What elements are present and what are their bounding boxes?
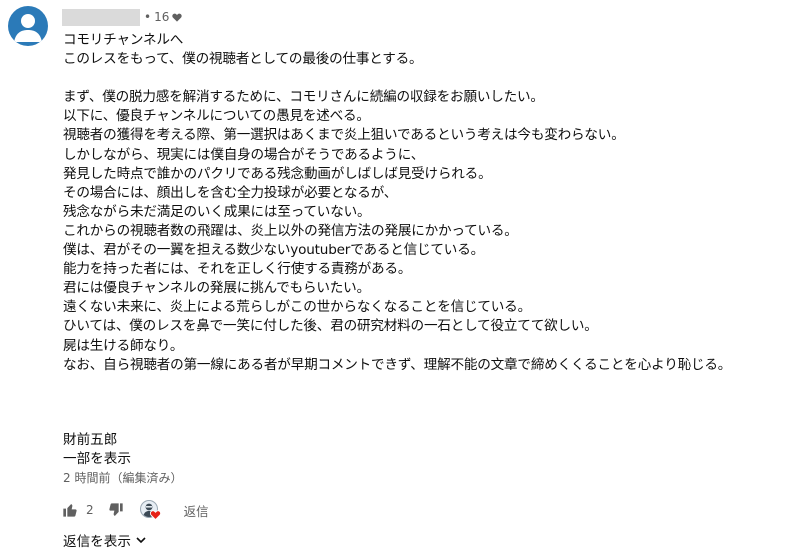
comment-line: これからの視聴者数の飛躍は、炎上以外の発信方法の発展にかかっている。 — [63, 222, 518, 239]
show-replies-label: 返信を表示 — [63, 534, 131, 550]
commenter-avatar[interactable] — [8, 6, 48, 46]
comment-line: このレスをもって、僕の視聴者としての最後の仕事とする。 — [63, 51, 423, 68]
comment-line: コモリチャンネルへ — [63, 32, 184, 48]
comment-line: 残念ながら未だ満足のいく成果には至っていない。 — [63, 203, 371, 220]
show-replies-button[interactable]: 返信を表示 — [63, 530, 147, 550]
comment-signature: 財前五郎 — [63, 432, 118, 448]
comment-line: 発見した時点で誰かのパクリである残念動画がしばしば見受けられる。 — [63, 165, 492, 182]
comment-line: 僕は、君がその一翼を担える数少ないyoutuberであると信じている。 — [63, 242, 484, 259]
comment-line: まず、僕の脱力感を解消するために、コモリさんに続編の収録をお願いしたい。 — [63, 89, 544, 106]
comment-actions: 2 返信 — [62, 500, 209, 523]
comment-line: しかしながら、現実には僕自身の場合がそうであるように、 — [63, 146, 425, 163]
comment-line: 屍は生ける師なり。 — [63, 337, 184, 354]
comment-timestamp[interactable]: 2 時間前（編集済み） — [63, 470, 182, 487]
comment-line: 遠くない未来に、炎上による荒らしがこの世からなくなることを信じている。 — [63, 299, 531, 316]
comment-line: 君には優良チャンネルの発展に挑んでもらいたい。 — [63, 280, 370, 297]
heart-count: 16 — [154, 10, 170, 24]
author-name-redacted[interactable] — [62, 8, 140, 26]
comment-line: なお、自ら視聴者の第一線にある者が早期コメントできず、理解不能の文章で締めくくる… — [63, 356, 732, 373]
comment-line: 視聴者の獲得を考える際、第一選択はあくまで炎上狙いであるという考えは今も変わらな… — [63, 127, 625, 144]
creator-heart[interactable] — [139, 500, 161, 523]
reply-button[interactable]: 返信 — [184, 501, 209, 520]
chevron-down-icon — [135, 534, 147, 546]
user-avatar-icon — [14, 14, 42, 42]
meta-separator: • — [144, 10, 152, 24]
comment-line: 以下に、優良チャンネルについての愚見を述べる。 — [63, 108, 370, 125]
thumbs-down-icon — [109, 503, 123, 516]
creator-heart-icon — [149, 509, 161, 523]
thumbs-up-icon — [63, 504, 77, 517]
heart-icon — [172, 13, 183, 22]
comment-line: 能力を持った者には、それを正しく行使する責務がある。 — [63, 261, 412, 278]
comment-line — [63, 69, 778, 88]
show-part-link[interactable]: 一部を表示 — [63, 450, 131, 469]
dislike-button[interactable] — [108, 502, 124, 518]
comment-header: • 16 — [62, 8, 183, 26]
like-button[interactable] — [62, 502, 78, 518]
like-count: 2 — [86, 503, 94, 517]
comment-body: コモリチャンネルへ このレスをもって、僕の視聴者としての最後の仕事とする。 まず… — [63, 31, 778, 375]
comment-line: その場合には、顔出しを含む全力投球が必要となるが、 — [63, 184, 398, 201]
comment-line: ひいては、僕のレスを鼻で一笑に付した後、君の研究材料の一石として役立てて欲しい。 — [63, 318, 598, 335]
